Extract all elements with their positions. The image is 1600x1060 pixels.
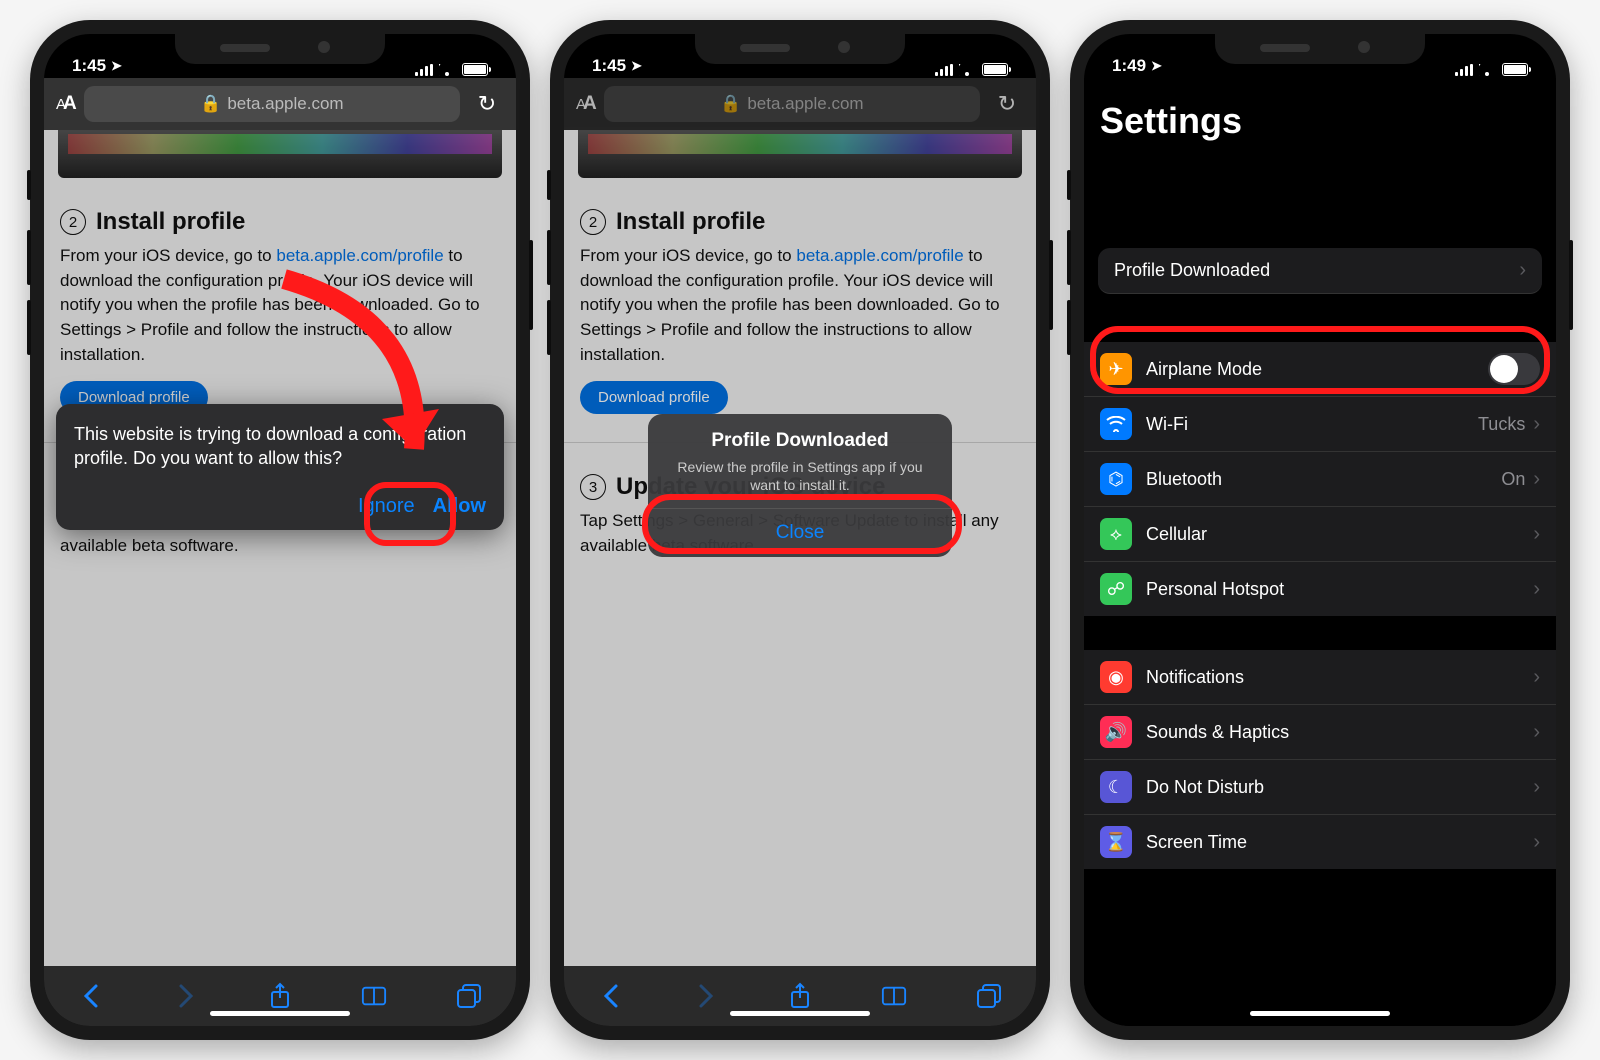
phone-1: 1:45 ➤ AA 🔒beta.apple.com ↻ 2 Install prof… <box>30 20 530 1040</box>
hotspot-icon: ☍ <box>1100 573 1132 605</box>
wifi-icon <box>439 64 456 76</box>
safari-toolbar <box>564 966 1036 1026</box>
tabs-button[interactable] <box>976 983 1002 1009</box>
wifi-icon <box>959 64 976 76</box>
battery-icon <box>1502 63 1528 76</box>
chevron-right-icon: › <box>1533 578 1540 601</box>
settings-title: Settings <box>1100 100 1540 142</box>
profile-downloaded-alert: Profile Downloaded Review the profile in… <box>648 414 952 557</box>
alert-title: Profile Downloaded <box>648 414 952 454</box>
annotation-arrow <box>264 259 464 499</box>
step-2-title: Install profile <box>616 208 765 236</box>
lock-icon: 🔒 <box>200 94 221 114</box>
chevron-right-icon: › <box>1533 523 1540 546</box>
location-icon: ➤ <box>111 58 122 74</box>
cellular-row[interactable]: ⟡ Cellular› <box>1084 507 1556 562</box>
share-button[interactable] <box>267 983 293 1009</box>
safari-url-bar: AA 🔒beta.apple.com ↻ <box>564 78 1036 130</box>
address-field[interactable]: 🔒beta.apple.com <box>84 86 460 122</box>
close-button[interactable]: Close <box>648 508 952 557</box>
status-time: 1:45 <box>592 56 626 76</box>
step-2-badge: 2 <box>60 209 86 235</box>
airplane-icon: ✈ <box>1100 353 1132 385</box>
bluetooth-row[interactable]: ⌬ Bluetooth On› <box>1084 452 1556 507</box>
safari-url-bar: AA 🔒beta.apple.com ↻ <box>44 78 516 130</box>
chevron-right-icon: › <box>1533 468 1540 491</box>
reload-icon[interactable]: ↻ <box>470 91 504 117</box>
macbook-image <box>58 130 502 178</box>
wifi-row[interactable]: Wi-Fi Tucks› <box>1084 397 1556 452</box>
home-indicator[interactable] <box>1250 1011 1390 1016</box>
moon-icon: ☾ <box>1100 771 1132 803</box>
screen-time-row[interactable]: ⌛ Screen Time› <box>1084 815 1556 869</box>
sounds-icon: 🔊 <box>1100 716 1132 748</box>
bookmarks-button[interactable] <box>361 983 387 1009</box>
home-indicator[interactable] <box>210 1011 350 1016</box>
sounds-row[interactable]: 🔊 Sounds & Haptics› <box>1084 705 1556 760</box>
safari-toolbar <box>44 966 516 1026</box>
signal-icon <box>415 64 433 76</box>
status-time: 1:45 <box>72 56 106 76</box>
airplane-toggle[interactable] <box>1488 353 1540 385</box>
step-2-title: Install profile <box>96 208 245 236</box>
dnd-row[interactable]: ☾ Do Not Disturb› <box>1084 760 1556 815</box>
address-field[interactable]: 🔒beta.apple.com <box>604 86 980 122</box>
chevron-right-icon: › <box>1519 259 1526 282</box>
download-profile-button[interactable]: Download profile <box>580 381 728 414</box>
reload-icon[interactable]: ↻ <box>990 91 1024 117</box>
notifications-row[interactable]: ◉ Notifications› <box>1084 650 1556 705</box>
chevron-right-icon: › <box>1533 666 1540 689</box>
location-icon: ➤ <box>1151 58 1162 74</box>
forward-button[interactable] <box>173 983 199 1009</box>
alert-message: Review the profile in Settings app if yo… <box>648 454 952 508</box>
notifications-icon: ◉ <box>1100 661 1132 693</box>
status-time: 1:49 <box>1112 56 1146 76</box>
battery-icon <box>982 63 1008 76</box>
settings-app: Settings Profile Downloaded› ✈ Airplane … <box>1084 78 1556 1026</box>
back-button[interactable] <box>78 983 104 1009</box>
cellular-icon: ⟡ <box>1100 518 1132 550</box>
phone-2: 1:45 ➤ AA 🔒beta.apple.com ↻ 2 Install prof… <box>550 20 1050 1040</box>
text-size-button[interactable]: AA <box>576 93 594 115</box>
chevron-right-icon: › <box>1533 831 1540 854</box>
back-button[interactable] <box>598 983 624 1009</box>
step-2-badge: 2 <box>580 209 606 235</box>
bluetooth-icon: ⌬ <box>1100 463 1132 495</box>
signal-icon <box>1455 64 1473 76</box>
hotspot-row[interactable]: ☍ Personal Hotspot› <box>1084 562 1556 616</box>
phone-3: 1:49 ➤ Settings Profile Downloaded› ✈ Air… <box>1070 20 1570 1040</box>
wifi-icon <box>1479 64 1496 76</box>
chevron-right-icon: › <box>1533 776 1540 799</box>
bookmarks-button[interactable] <box>881 983 907 1009</box>
share-button[interactable] <box>787 983 813 1009</box>
chevron-right-icon: › <box>1533 413 1540 436</box>
battery-icon <box>462 63 488 76</box>
chevron-right-icon: › <box>1533 721 1540 744</box>
webpage-content: 2Install profile From your iOS device, g… <box>44 130 516 966</box>
lock-icon: 🔒 <box>720 94 741 114</box>
wifi-settings-icon <box>1100 408 1132 440</box>
tabs-button[interactable] <box>456 983 482 1009</box>
location-icon: ➤ <box>631 58 642 74</box>
signal-icon <box>935 64 953 76</box>
macbook-image <box>578 130 1022 178</box>
profile-link[interactable]: beta.apple.com/profile <box>796 246 963 265</box>
profile-downloaded-row[interactable]: Profile Downloaded› <box>1098 248 1542 294</box>
hourglass-icon: ⌛ <box>1100 826 1132 858</box>
home-indicator[interactable] <box>730 1011 870 1016</box>
airplane-mode-row[interactable]: ✈ Airplane Mode <box>1084 342 1556 397</box>
forward-button[interactable] <box>693 983 719 1009</box>
text-size-button[interactable]: AA <box>56 93 74 115</box>
step-3-badge: 3 <box>580 474 606 500</box>
step-2-body: From your iOS device, go to beta.apple.c… <box>580 244 1020 367</box>
